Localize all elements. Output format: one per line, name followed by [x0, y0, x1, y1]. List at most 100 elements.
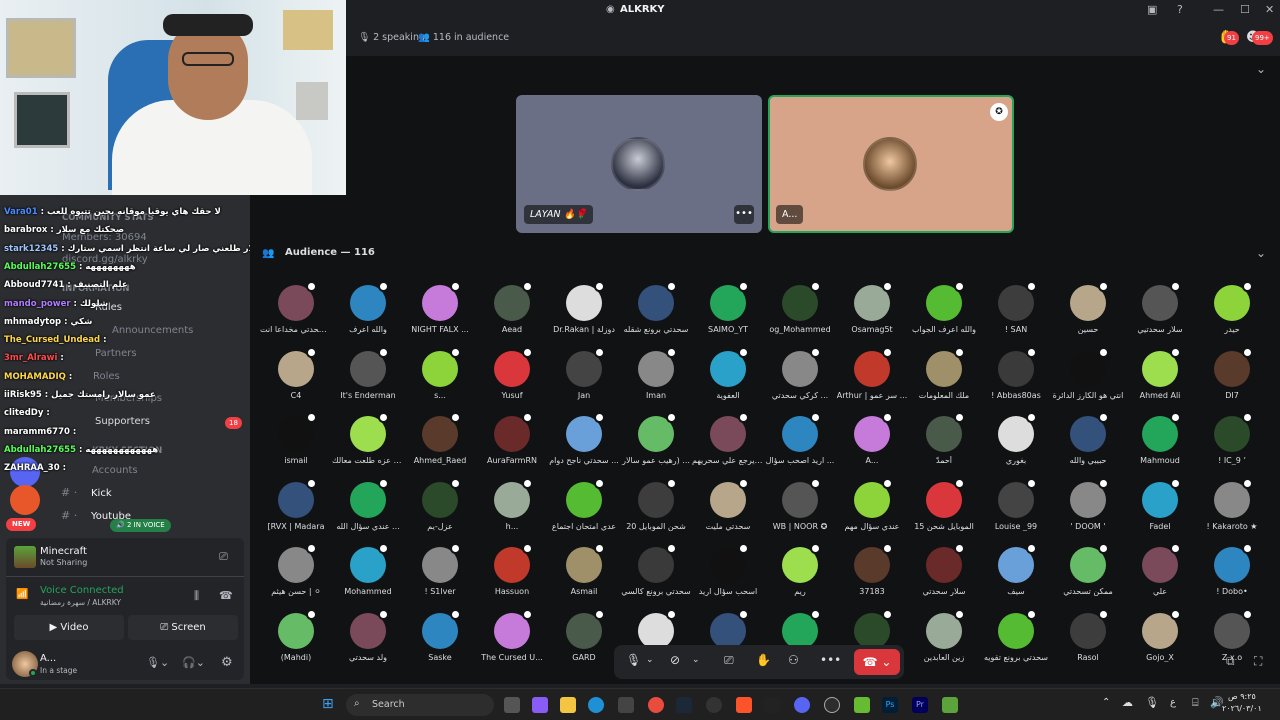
chrome-icon[interactable]: [648, 697, 664, 713]
audience-member[interactable]: C4: [260, 346, 332, 417]
audience-member[interactable]: سحدتي برونع شقله: [620, 281, 692, 351]
invite-button[interactable]: ⚇: [788, 653, 799, 667]
headphones-icon[interactable]: 🎧⌄: [182, 656, 205, 669]
mic-tray-icon[interactable]: 🎙: [1145, 696, 1159, 709]
audience-member[interactable]: ismail: [260, 412, 332, 482]
audience-member[interactable]: سلار سحدتي مخداعا انت: [260, 281, 332, 351]
audience-member[interactable]: It's Enderman: [332, 346, 404, 417]
audience-member[interactable]: زين العابدين: [908, 608, 980, 679]
audience-member[interactable]: ولد سحدتي: [332, 608, 404, 679]
audience-member[interactable]: Hassuon: [476, 543, 548, 613]
gear-icon[interactable]: ⚙: [221, 655, 233, 670]
tray-chevron-icon[interactable]: ⌃: [1102, 697, 1110, 708]
audience-member[interactable]: حبيبي والله: [1052, 412, 1124, 482]
channel-supporters[interactable]: Supporters: [95, 416, 150, 427]
audience-member[interactable]: Dr.Rakan | دوزلة: [548, 281, 620, 351]
lower-hand-button[interactable]: ✋: [756, 653, 771, 667]
file-explorer-icon[interactable]: [560, 697, 576, 713]
speaker-tile-host[interactable]: A... ✪: [768, 95, 1014, 233]
audience-member[interactable]: رهيب عمو سالار) ...: [620, 412, 692, 482]
voice-channel[interactable]: سهرة رمضانية / ALKRKY: [40, 598, 121, 607]
mute-button[interactable]: 🎙: [626, 653, 641, 667]
discord-icon[interactable]: [794, 697, 810, 713]
obs-icon[interactable]: [824, 697, 840, 713]
audience-member[interactable]: بغوري: [980, 412, 1052, 482]
audience-member[interactable]: سلار سحدتي: [908, 543, 980, 613]
mic-icon[interactable]: 🎙⌄: [146, 656, 169, 669]
screen-button[interactable]: ⎚ Screen: [128, 615, 238, 640]
search-box[interactable]: ⌕ Search: [346, 694, 494, 716]
audience-member[interactable]: Jan: [548, 346, 620, 417]
more-button[interactable]: •••: [820, 653, 841, 667]
channel-accounts[interactable]: Accounts: [92, 465, 138, 476]
collapse-audience-icon[interactable]: ⌄: [1256, 246, 1266, 260]
language-indicator[interactable]: ع: [1170, 697, 1176, 708]
audience-member[interactable]: علي: [1124, 543, 1196, 613]
audience-member[interactable]: والله اعرف الجواب: [908, 281, 980, 351]
network-icon[interactable]: ⌸: [1192, 696, 1199, 710]
audience-member[interactable]: كركي سحدتي ...: [764, 346, 836, 417]
audience-member[interactable]: Osamag5t: [836, 281, 908, 351]
audience-member[interactable]: حيدر: [1196, 281, 1268, 351]
audience-member[interactable]: ' DOOM ': [1052, 477, 1124, 548]
audience-member[interactable]: اريد اصحب سؤال ...: [764, 412, 836, 482]
audience-member[interactable]: لا عزه طلعت معالك ...: [332, 412, 404, 482]
audience-member[interactable]: سحدتي برونع كالسي: [620, 543, 692, 613]
user-name[interactable]: A...: [40, 653, 56, 664]
settings-app-icon[interactable]: [706, 697, 722, 713]
channel-partners[interactable]: Partners: [95, 348, 137, 359]
task-view-icon[interactable]: [504, 697, 520, 713]
audience-member[interactable]: ريم: [764, 543, 836, 613]
audience-member[interactable]: (Mahdi): [260, 608, 332, 679]
audience-member[interactable]: حسن هيثم | ⚪: [260, 543, 332, 613]
audience-member[interactable]: Iman: [620, 346, 692, 417]
channel-announcements[interactable]: Announcements: [112, 325, 193, 336]
disconnect-button[interactable]: ☎ ⌄: [854, 649, 900, 675]
audience-member[interactable]: حسين: [1052, 281, 1124, 351]
clock-time[interactable]: ٩:٢٥ ص: [1228, 692, 1256, 701]
minecraft-task-icon[interactable]: [942, 697, 958, 713]
signal-icon[interactable]: 📶: [16, 589, 28, 600]
audience-member[interactable]: Rasol: [1052, 608, 1124, 679]
audience-member[interactable]: شحن الموبايل 20: [620, 477, 692, 548]
audience-member[interactable]: الموبايل شحن 15: [908, 477, 980, 548]
mic-options-icon[interactable]: ⌄: [646, 655, 654, 665]
popout-icon[interactable]: ⧉: [1226, 654, 1235, 669]
channel-roles[interactable]: Roles: [93, 371, 120, 382]
share-screen-button[interactable]: ⎚: [724, 653, 734, 668]
audience-member[interactable]: Mahmoud: [1124, 412, 1196, 482]
audience-member[interactable]: AuraFarmRN: [476, 412, 548, 482]
minimize-button[interactable]: —: [1213, 3, 1224, 16]
help-icon[interactable]: ?: [1177, 3, 1183, 16]
server-icon[interactable]: [10, 485, 40, 515]
edge-icon[interactable]: [588, 697, 604, 713]
audience-member[interactable]: ! Abbas80as: [980, 346, 1052, 417]
audience-member[interactable]: ! Dobo•: [1196, 543, 1268, 613]
audience-member[interactable]: ممكن تسحدتي: [1052, 543, 1124, 613]
audience-member[interactable]: Arthur | سر عمو ...: [836, 346, 908, 417]
audience-member[interactable]: Gojo_X: [1124, 608, 1196, 679]
brave-icon[interactable]: [736, 697, 752, 713]
voice-status[interactable]: Voice Connected: [40, 585, 124, 596]
audience-member[interactable]: عندي سؤال مهم: [836, 477, 908, 548]
steam-icon[interactable]: [676, 697, 692, 713]
audience-member[interactable]: Fadel: [1124, 477, 1196, 548]
audience-member[interactable]: اسحب سؤال اريد: [692, 543, 764, 613]
video-button[interactable]: ▶ Video: [14, 615, 124, 640]
audience-member[interactable]: Louise _99: [980, 477, 1052, 548]
audience-member[interactable]: Yusuf: [476, 346, 548, 417]
audience-member[interactable]: h...: [476, 477, 548, 548]
audience-member[interactable]: عندي سؤال الله ...: [332, 477, 404, 548]
audience-member[interactable]: Mohammed: [332, 543, 404, 613]
more-options-button[interactable]: •••: [734, 205, 754, 224]
audience-member[interactable]: سحدتي مليت: [692, 477, 764, 548]
camera-options-icon[interactable]: ⌄: [692, 655, 700, 665]
windows-start-icon[interactable]: ⊞: [322, 696, 334, 712]
audience-member[interactable]: سلار سحدتيي: [1124, 281, 1196, 351]
audience-member[interactable]: Ahmed Ali: [1124, 346, 1196, 417]
audience-member[interactable]: Saske: [404, 608, 476, 679]
collapse-speakers-icon[interactable]: ⌄: [1256, 62, 1266, 76]
share-activity-icon[interactable]: ⎚: [219, 550, 228, 564]
audience-member[interactable]: GARD: [548, 608, 620, 679]
audience-member[interactable]: والله اعرف: [332, 281, 404, 351]
